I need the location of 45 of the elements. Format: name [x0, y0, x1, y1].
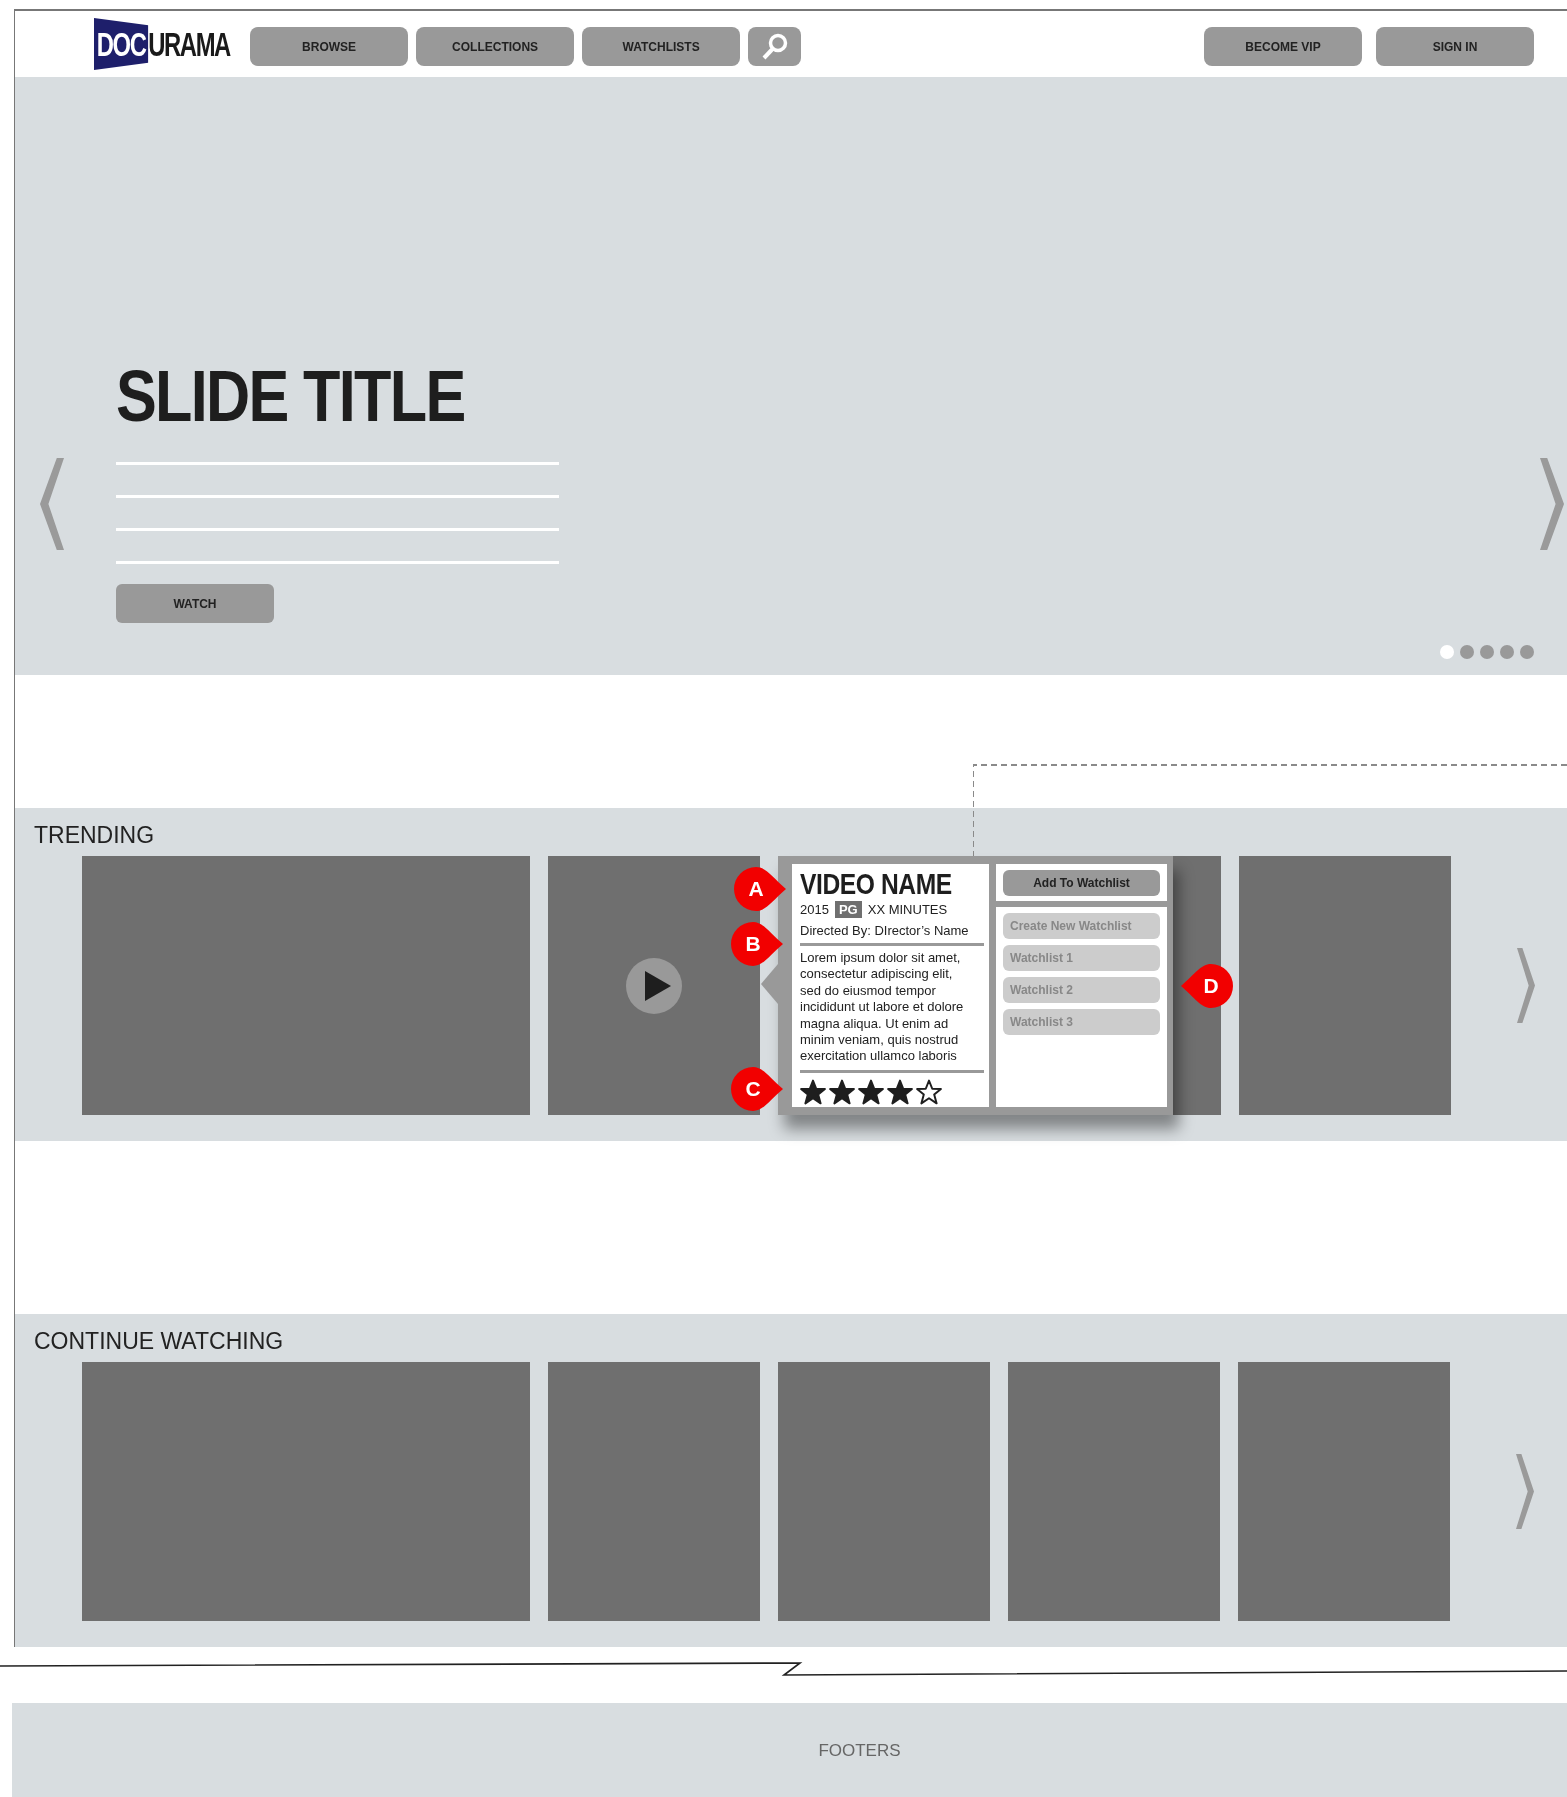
- video-director: Directed By: DIrector’s Name: [800, 923, 970, 938]
- chevron-right-icon[interactable]: [1517, 948, 1535, 1023]
- nav-button[interactable]: BROWSE: [250, 27, 409, 66]
- search-button[interactable]: [748, 27, 802, 66]
- chevron-left-icon[interactable]: [40, 458, 64, 550]
- add-to-watchlist-button[interactable]: Add To Watchlist: [1003, 870, 1160, 896]
- carousel-dot[interactable]: [1440, 645, 1454, 659]
- callout-marker: D: [1179, 962, 1235, 1010]
- star-filled-icon[interactable]: [887, 1078, 913, 1105]
- callout-marker: B: [729, 920, 785, 968]
- chevron-right-icon[interactable]: [1540, 458, 1564, 550]
- slide-title: SLIDE TITLE: [116, 355, 466, 437]
- nav-button[interactable]: COLLECTIONS: [416, 27, 575, 66]
- carousel-dot[interactable]: [1460, 645, 1474, 659]
- video-thumbnail[interactable]: [778, 1362, 990, 1621]
- rating-badge: PG: [834, 901, 862, 918]
- star-filled-icon[interactable]: [800, 1078, 826, 1105]
- nav-button[interactable]: BECOME VIP: [1204, 27, 1362, 66]
- logo[interactable]: DOCURAMA: [94, 18, 230, 70]
- nav-button[interactable]: SIGN IN: [1376, 27, 1534, 66]
- video-thumbnail[interactable]: [82, 1362, 530, 1621]
- video-thumbnail[interactable]: [1008, 1362, 1220, 1621]
- video-duration: XX MINUTES: [867, 902, 948, 917]
- star-filled-icon[interactable]: [858, 1078, 884, 1105]
- carousel-dot[interactable]: [1520, 645, 1534, 659]
- watch-button[interactable]: WATCH: [116, 584, 274, 623]
- callout-marker: A: [732, 865, 788, 913]
- section-title: TRENDING: [34, 822, 156, 848]
- video-year: 2015: [800, 902, 829, 917]
- video-title: VIDEO NAME: [800, 868, 951, 900]
- carousel-dot[interactable]: [1480, 645, 1494, 659]
- video-thumbnail[interactable]: [1238, 1362, 1450, 1621]
- star-filled-icon[interactable]: [829, 1078, 855, 1105]
- nav-button[interactable]: WATCHLISTS: [582, 27, 741, 66]
- callout-marker: C: [729, 1065, 785, 1113]
- play-icon[interactable]: [626, 957, 682, 1014]
- chevron-right-icon[interactable]: [1516, 1454, 1534, 1529]
- star-empty-icon[interactable]: [916, 1078, 942, 1105]
- video-thumbnail[interactable]: [548, 1362, 760, 1621]
- carousel-dot[interactable]: [1500, 645, 1514, 659]
- video-thumbnail[interactable]: [82, 856, 530, 1115]
- footer-label: FOOTERS: [818, 1740, 901, 1761]
- section-title: CONTINUE WATCHING: [34, 1328, 285, 1354]
- video-description: Lorem ipsum dolor sit amet, consectetur adipiscing elit, sed do eiusmod tempor incididunt ut labore et dolore magna aliqua. Ut enim ad minim veniam, quis nostrud exercitation ullamco laboris: [800, 950, 965, 1065]
- video-thumbnail[interactable]: [1239, 856, 1451, 1115]
